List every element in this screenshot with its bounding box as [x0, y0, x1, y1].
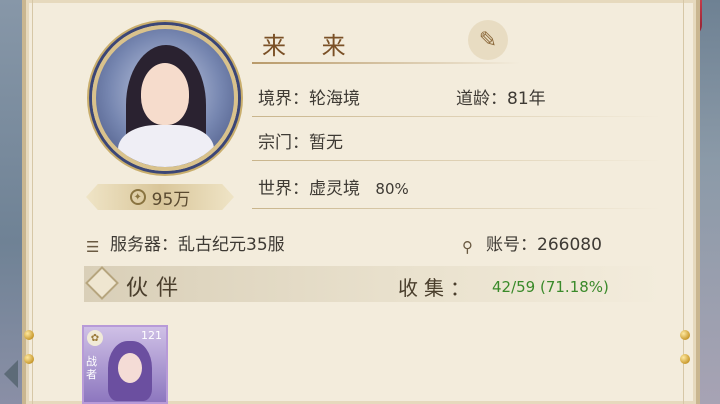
age-value: 81年 — [507, 89, 546, 109]
player-name: 来 来 — [262, 32, 360, 60]
partner-card[interactable]: ✿ 121 战者 — [82, 325, 168, 404]
account-icon: ⚲ — [462, 238, 473, 256]
world-value: 虚灵境 — [309, 179, 360, 199]
power-value: 95万 — [151, 189, 191, 210]
rivet-icon — [24, 354, 34, 364]
server-row: ☰ 服务器：乱古纪元35服 — [86, 235, 285, 256]
divider — [252, 116, 662, 117]
realm-value: 轮海境 — [309, 89, 360, 109]
rivet-icon — [680, 354, 690, 364]
brush-icon[interactable]: ✎ — [468, 20, 508, 60]
sect-value: 暂无 — [309, 133, 343, 153]
divider — [252, 208, 662, 209]
power-icon: ✦ — [129, 189, 146, 205]
world-percent: 80% — [375, 180, 409, 198]
element-icon: ✿ — [87, 330, 103, 346]
world-row: 世界：虚灵境 80% — [258, 179, 409, 199]
server-icon: ☰ — [86, 238, 100, 256]
avatar[interactable] — [92, 25, 238, 171]
age-row: 道龄：81年 — [456, 89, 546, 109]
rivet-icon — [24, 330, 34, 340]
account-value: 266080 — [537, 235, 602, 255]
card-level: 121 — [141, 329, 162, 342]
card-role: 战者 — [86, 355, 97, 381]
collect-label: 收集： — [398, 276, 476, 300]
name-divider — [252, 62, 520, 64]
divider — [252, 160, 662, 161]
left-arrow-icon[interactable] — [4, 360, 18, 388]
collect-value: 42/59 (71.18%) — [492, 278, 609, 296]
account-row: ⚲ 账号：266080 — [462, 235, 602, 256]
realm-row: 境界：轮海境 — [258, 89, 360, 109]
partner-title: 伙伴 — [126, 276, 187, 301]
rivet-icon — [680, 330, 690, 340]
sect-row: 宗门：暂无 — [258, 133, 343, 153]
power-badge: ✦ 95万 — [86, 184, 234, 210]
server-value: 乱古纪元35服 — [178, 235, 285, 255]
